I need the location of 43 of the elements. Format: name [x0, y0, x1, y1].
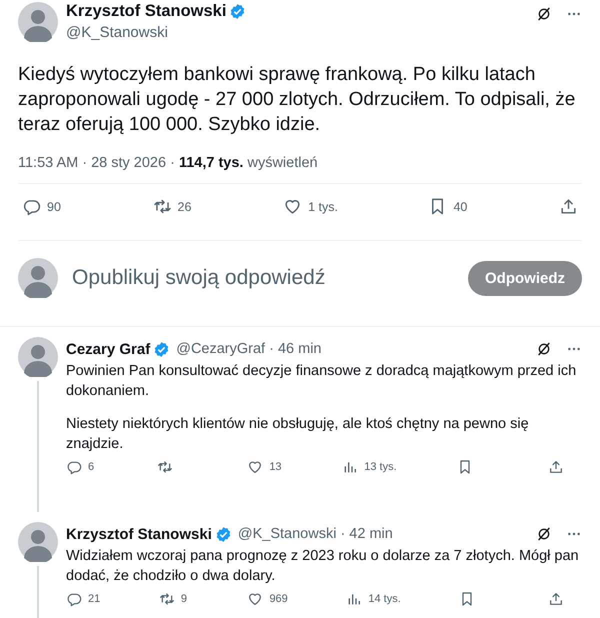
like-count: 13 — [269, 461, 282, 473]
reply-text: Powinien Pan konsultować decyzje finansowe z doradcą majątkowym przed ich dokonaniem. — [66, 362, 578, 401]
avatar — [18, 522, 58, 562]
author-handle[interactable]: @K_Stanowski · 42 min — [238, 526, 536, 542]
author-handle[interactable]: @K_Stanowski — [66, 24, 536, 41]
reply-count: 21 — [88, 593, 100, 605]
reply-count: 6 — [88, 461, 94, 473]
heart-icon[interactable] — [247, 591, 264, 607]
slashed-circle-icon[interactable] — [536, 6, 552, 22]
reply-text: Widziałem wczoraj pana prognozę z 2023 roku o dolarze za 7 złotych. Mógł pan dodać, że chodziło o dwa dolary. — [66, 547, 580, 586]
retweet-icon[interactable] — [152, 197, 172, 216]
tweet-text: Kiedyś wytoczyłem bankowi sprawę frankową. Po kilku latach zaproponowali ugodę - 27 000 zlotych. Odrzuciłem. To odpisali, że teraz oferują 100 000. Szybko idzie. — [18, 63, 576, 137]
reply-count: 90 — [47, 200, 61, 214]
author-handle[interactable]: @CezaryGraf · 46 min — [176, 341, 536, 357]
tweet-meta: 11:53 AM · 28 sty 2026 · 114,7 tys. wyświetleń — [18, 154, 319, 172]
reply-icon[interactable] — [22, 197, 41, 216]
share-icon[interactable] — [548, 459, 564, 475]
reply-icon[interactable] — [66, 591, 82, 607]
author-name[interactable]: Krzysztof Stanowski — [66, 526, 212, 542]
avatar — [18, 337, 58, 377]
reply-input-field[interactable]: Opublikuj swoją odpowiedź — [70, 265, 468, 291]
retweet-icon[interactable] — [156, 459, 173, 475]
bookmark-count: 40 — [453, 200, 468, 214]
reply-button[interactable]: Odpowiedz — [468, 260, 582, 296]
avatar — [18, 258, 58, 298]
views-count: 14 tys. — [368, 593, 401, 605]
share-icon[interactable] — [548, 591, 564, 607]
views-count: 13 tys. — [364, 461, 397, 473]
heart-icon[interactable] — [283, 197, 302, 216]
author-name[interactable]: Krzysztof Stanowski — [66, 2, 226, 21]
slashed-circle-icon[interactable] — [536, 526, 552, 542]
like-count: 1 tys. — [308, 200, 338, 214]
share-icon[interactable] — [559, 197, 578, 216]
retweet-icon[interactable] — [158, 591, 175, 607]
author-name[interactable]: Cezary Graf — [66, 340, 150, 358]
like-count: 969 — [269, 593, 288, 605]
slashed-circle-icon[interactable] — [536, 341, 552, 357]
retweet-count: 26 — [178, 200, 192, 214]
retweet-count: 9 — [180, 593, 187, 605]
heart-icon[interactable] — [247, 459, 264, 475]
reply-icon[interactable] — [66, 459, 82, 475]
reply-text: Niestety niektórych klientów nie obsługuję, ale ktoś chętny na pewno się znajdzie. — [66, 415, 530, 454]
avatar — [18, 2, 58, 42]
